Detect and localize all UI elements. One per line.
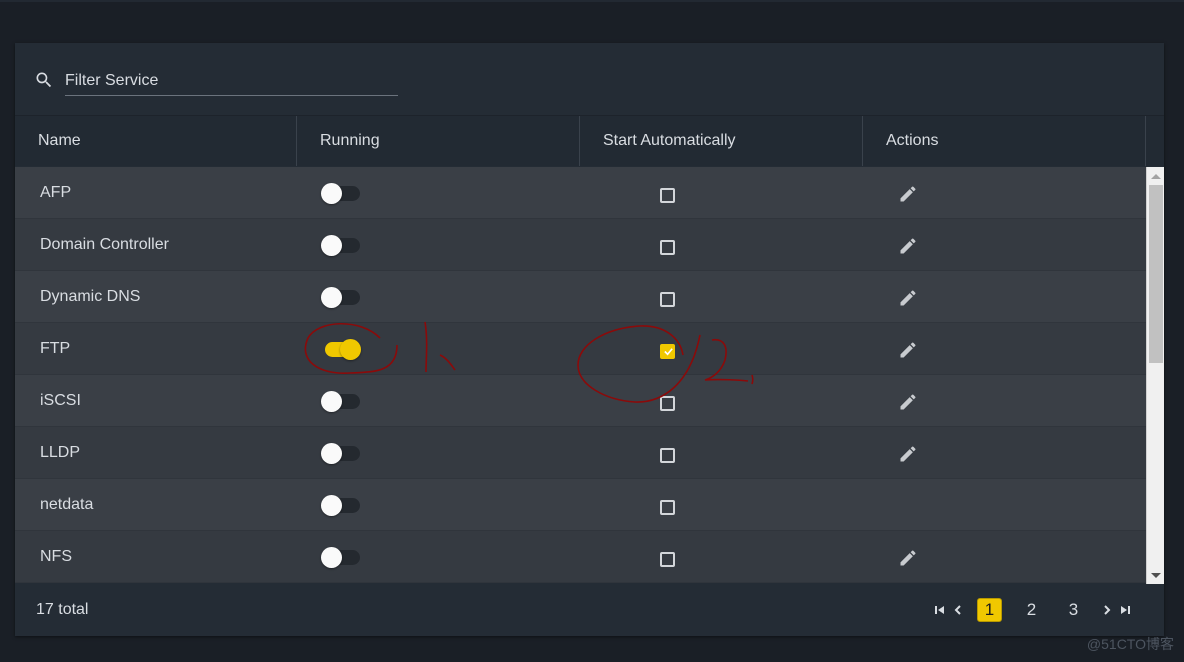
scroll-up-arrow-icon[interactable]	[1151, 174, 1161, 179]
running-toggle[interactable]	[321, 235, 361, 256]
column-header-name[interactable]: Name	[15, 116, 297, 166]
scrollbar-thumb[interactable]	[1149, 185, 1163, 363]
running-toggle[interactable]	[321, 339, 361, 360]
table-row: FTP	[15, 323, 1146, 375]
toggle-knob	[321, 183, 342, 204]
table-body: AFP Domain Controller Dynamic DNS FTP iSCSI L…	[15, 167, 1146, 584]
start-automatically-checkbox[interactable]	[660, 552, 675, 567]
table-footer: 17 total 1 2 3	[15, 584, 1164, 636]
service-name: FTP	[40, 340, 71, 357]
service-name: LLDP	[40, 444, 81, 461]
start-automatically-checkbox[interactable]	[660, 240, 675, 255]
running-toggle[interactable]	[321, 391, 361, 412]
running-toggle[interactable]	[321, 547, 361, 568]
service-name: Dynamic DNS	[40, 288, 141, 305]
total-count: 17 total	[36, 601, 89, 618]
edit-pencil-icon[interactable]	[898, 184, 918, 204]
service-name: NFS	[40, 548, 72, 565]
top-strip	[0, 0, 1184, 2]
first-page-icon[interactable]	[934, 604, 946, 616]
service-name: iSCSI	[40, 392, 81, 409]
start-automatically-checkbox[interactable]	[660, 292, 675, 307]
running-toggle[interactable]	[321, 287, 361, 308]
previous-page-icon[interactable]	[952, 604, 964, 616]
running-toggle[interactable]	[321, 443, 361, 464]
filter-service-input[interactable]	[65, 67, 398, 96]
start-automatically-checkbox[interactable]	[660, 188, 675, 203]
toggle-knob	[321, 547, 342, 568]
start-automatically-checkbox[interactable]	[660, 396, 675, 411]
table-row: iSCSI	[15, 375, 1146, 427]
table-row: NFS	[15, 531, 1146, 583]
start-automatically-checkbox[interactable]	[660, 448, 675, 463]
service-name: netdata	[40, 496, 94, 513]
toggle-knob	[321, 391, 342, 412]
edit-pencil-icon[interactable]	[898, 236, 918, 256]
edit-pencil-icon[interactable]	[898, 340, 918, 360]
column-header-running[interactable]: Running	[297, 116, 580, 166]
page-2-button[interactable]: 2	[1019, 598, 1044, 622]
toggle-knob	[321, 495, 342, 516]
table-row: LLDP	[15, 427, 1146, 479]
scroll-down-arrow-icon[interactable]	[1151, 573, 1161, 578]
start-automatically-checkbox[interactable]	[660, 344, 675, 359]
service-name: AFP	[40, 184, 72, 201]
watermark: @51CTO博客	[1086, 636, 1174, 652]
page-3-button[interactable]: 3	[1061, 598, 1086, 622]
running-toggle[interactable]	[321, 183, 361, 204]
start-automatically-checkbox[interactable]	[660, 500, 675, 515]
pagination: 1 2 3	[924, 584, 1164, 636]
running-toggle[interactable]	[321, 495, 361, 516]
table-row: netdata	[15, 479, 1146, 531]
edit-pencil-icon[interactable]	[898, 444, 918, 464]
edit-pencil-icon[interactable]	[898, 392, 918, 412]
page-1-button[interactable]: 1	[977, 598, 1002, 622]
checkmark-icon	[664, 348, 673, 356]
toggle-knob	[340, 339, 361, 360]
toggle-knob	[321, 235, 342, 256]
last-page-icon[interactable]	[1119, 604, 1131, 616]
service-name: Domain Controller	[40, 236, 169, 253]
edit-pencil-icon[interactable]	[898, 548, 918, 568]
column-header-start-automatically[interactable]: Start Automatically	[580, 116, 863, 166]
filter-bar	[15, 43, 1164, 116]
edit-pencil-icon[interactable]	[898, 288, 918, 308]
next-page-icon[interactable]	[1101, 604, 1113, 616]
table-header: Name Running Start Automatically Actions	[15, 116, 1164, 166]
table-row: Domain Controller	[15, 219, 1146, 271]
table-row: Dynamic DNS	[15, 271, 1146, 323]
vertical-scrollbar[interactable]	[1146, 167, 1164, 584]
search-icon	[36, 72, 52, 88]
toggle-knob	[321, 287, 342, 308]
table-row: AFP	[15, 167, 1146, 219]
services-card: Name Running Start Automatically Actions…	[15, 43, 1164, 636]
column-header-actions: Actions	[863, 116, 1146, 166]
toggle-knob	[321, 443, 342, 464]
